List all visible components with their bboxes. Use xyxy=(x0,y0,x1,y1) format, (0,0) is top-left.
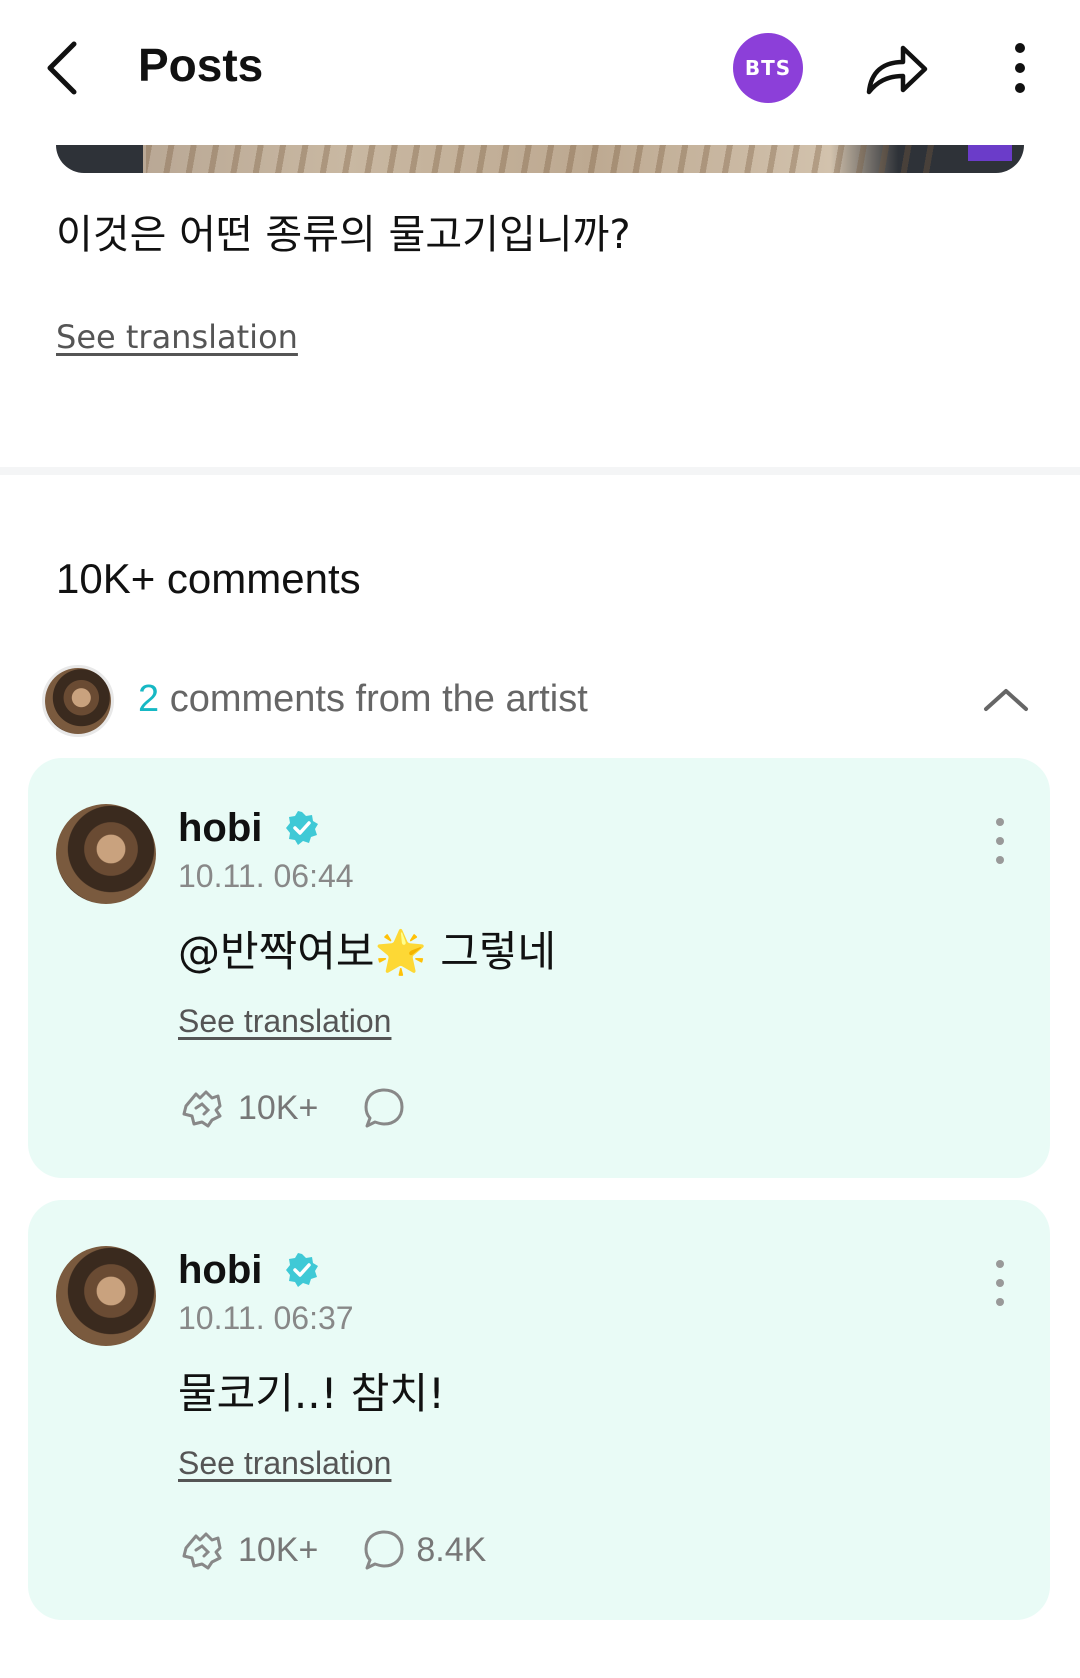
reply-icon[interactable] xyxy=(362,1528,406,1572)
section-divider xyxy=(0,467,1080,475)
verified-badge-icon xyxy=(284,1252,320,1288)
image-texture xyxy=(146,145,934,173)
comment-username[interactable]: hobi xyxy=(178,806,262,851)
comment-text: @반짝여보🌟 그렇네 xyxy=(178,927,557,976)
artist-comments-label: 2 comments from the artist xyxy=(138,678,588,721)
more-vertical-icon[interactable] xyxy=(990,816,1010,866)
image-accent xyxy=(968,145,1012,161)
top-bar: Posts BTS xyxy=(0,0,1080,140)
post-image[interactable] xyxy=(56,145,1024,173)
see-translation-link[interactable]: See translation xyxy=(56,318,298,356)
share-icon[interactable] xyxy=(863,38,931,100)
post-body: 이것은 어떤 종류의 물고기입니까? xyxy=(56,212,631,258)
see-translation-link[interactable]: See translation xyxy=(178,1003,391,1040)
comments-count: 10K+ comments xyxy=(56,555,361,602)
see-translation-link[interactable]: See translation xyxy=(178,1445,391,1482)
reply-count: 8.4K xyxy=(416,1530,487,1569)
chevron-up-icon[interactable] xyxy=(982,679,1030,719)
page-title: Posts xyxy=(138,39,264,91)
community-badge[interactable]: BTS xyxy=(733,33,803,103)
artist-comments-count: 2 xyxy=(138,678,160,720)
like-icon[interactable] xyxy=(178,1084,226,1132)
artist-comments-toggle[interactable]: 2 comments from the artist xyxy=(42,665,1042,741)
more-vertical-icon[interactable] xyxy=(990,1258,1010,1308)
comment-username[interactable]: hobi xyxy=(178,1248,262,1293)
comment-actions: 10K+ 8.4K xyxy=(178,1525,486,1575)
like-count: 10K+ xyxy=(238,1530,319,1569)
comment-timestamp: 10.11. 06:44 xyxy=(178,858,354,894)
more-vertical-icon[interactable] xyxy=(1005,40,1035,100)
artist-comments-text: comments from the artist xyxy=(159,678,588,720)
back-arrow-icon[interactable] xyxy=(40,38,90,98)
like-icon[interactable] xyxy=(178,1526,226,1574)
verified-badge-icon xyxy=(284,810,320,846)
like-count: 10K+ xyxy=(238,1088,319,1127)
artist-comment-card: hobi 10.11. 06:37 물코기..! 참치! See transla… xyxy=(28,1200,1050,1620)
comment-actions: 10K+ xyxy=(178,1083,416,1133)
comment-timestamp: 10.11. 06:37 xyxy=(178,1300,354,1336)
reply-icon[interactable] xyxy=(362,1086,406,1130)
artist-comment-card: hobi 10.11. 06:44 @반짝여보🌟 그렇네 See transla… xyxy=(28,758,1050,1178)
comment-text: 물코기..! 참치! xyxy=(178,1369,445,1418)
artist-avatar xyxy=(42,665,114,737)
avatar[interactable] xyxy=(56,804,156,904)
avatar[interactable] xyxy=(56,1246,156,1346)
